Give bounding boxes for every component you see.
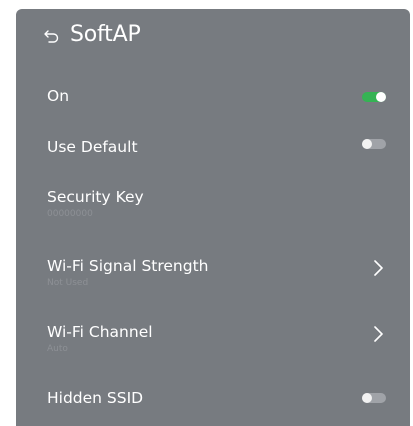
setting-row-security-key[interactable]: Security Key 00000000 (16, 179, 410, 235)
toggle-knob (362, 393, 372, 403)
setting-row-hidden-ssid[interactable]: Hidden SSID (16, 379, 410, 426)
setting-label-security-key: Security Key (47, 188, 144, 206)
setting-row-on[interactable]: On (16, 71, 410, 127)
wifi-signal-strength-value: Not Used (47, 278, 89, 288)
toggle-knob (362, 139, 372, 149)
chevron-right-icon[interactable] (372, 325, 384, 343)
setting-label-hidden-ssid: Hidden SSID (47, 389, 144, 407)
setting-label-wifi-channel: Wi-Fi Channel (47, 323, 153, 341)
hidden-ssid-toggle[interactable] (362, 393, 386, 403)
toggle-knob (376, 92, 386, 102)
use-default-toggle[interactable] (362, 139, 386, 149)
softap-settings-panel: SoftAP On Use Default Security Key 00000… (16, 9, 410, 426)
chevron-right-icon[interactable] (372, 259, 384, 277)
setting-label-wifi-signal-strength: Wi-Fi Signal Strength (47, 257, 209, 275)
setting-row-use-default[interactable]: Use Default (16, 120, 410, 176)
wifi-channel-value: Auto (47, 344, 68, 354)
setting-row-wifi-channel[interactable]: Wi-Fi Channel Auto (16, 318, 410, 374)
on-toggle[interactable] (362, 92, 386, 102)
panel-header: SoftAP (16, 9, 410, 73)
page-title: SoftAP (70, 22, 141, 47)
setting-row-wifi-signal-strength[interactable]: Wi-Fi Signal Strength Not Used (16, 249, 410, 305)
security-key-value: 00000000 (47, 209, 93, 219)
setting-label-on: On (47, 87, 70, 105)
back-arrow-icon[interactable] (43, 26, 61, 46)
setting-label-use-default: Use Default (47, 138, 138, 156)
